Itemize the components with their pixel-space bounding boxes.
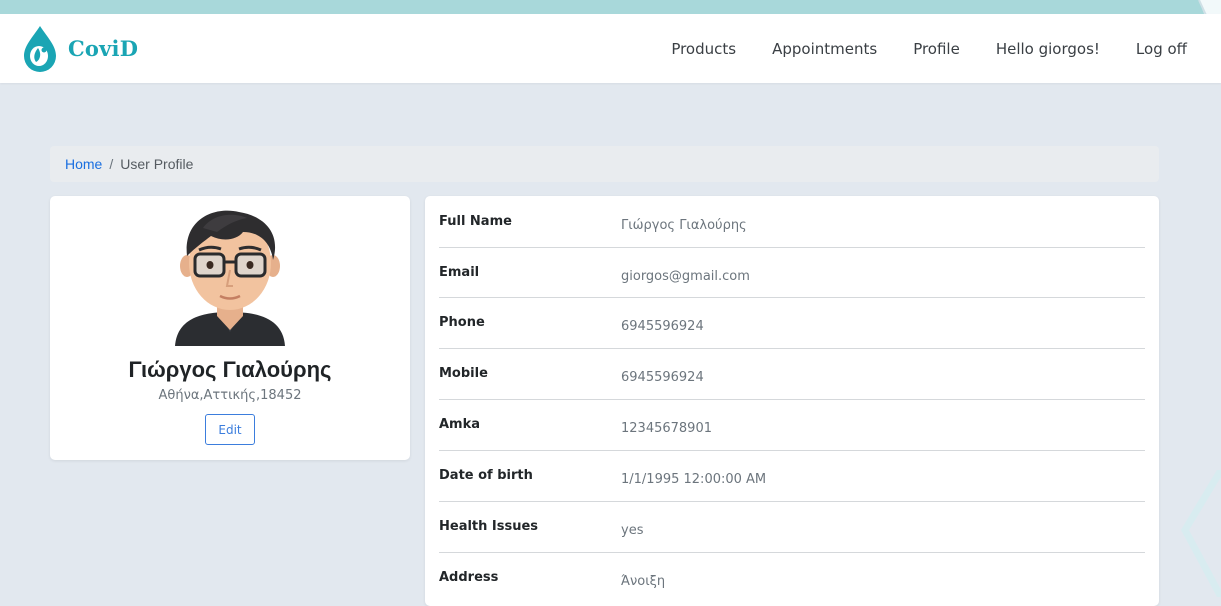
detail-label: Address: [439, 570, 499, 585]
top-accent-strip: [0, 0, 1221, 14]
nav-greeting[interactable]: Hello giorgos!: [996, 40, 1100, 58]
detail-row-phone: Phone 6945596924: [439, 297, 1145, 349]
droplet-logo-icon: [24, 26, 56, 72]
detail-value: Άνοιξη: [621, 574, 666, 589]
detail-label: Phone: [439, 315, 485, 330]
detail-value: giorgos@gmail.com: [621, 269, 750, 284]
breadcrumb-home-link[interactable]: Home: [65, 156, 102, 172]
nav-links: Products Appointments Profile Hello gior…: [671, 14, 1187, 83]
nav-link-logoff[interactable]: Log off: [1136, 40, 1187, 58]
detail-row-amka: Amka 12345678901: [439, 399, 1145, 451]
detail-value: yes: [621, 523, 644, 538]
detail-value: 6945596924: [621, 370, 704, 385]
breadcrumb-current: User Profile: [120, 156, 194, 172]
edit-profile-button[interactable]: Edit: [205, 414, 255, 445]
breadcrumb: Home / User Profile: [50, 146, 1159, 182]
detail-row-full-name: Full Name Γιώργος Γιαλούρης: [439, 196, 1145, 248]
detail-row-mobile: Mobile 6945596924: [439, 348, 1145, 400]
detail-value: 12345678901: [621, 421, 712, 436]
avatar-icon: [175, 210, 285, 346]
profile-details-card: Full Name Γιώργος Γιαλούρης Email giorgo…: [425, 196, 1159, 606]
detail-label: Email: [439, 265, 480, 280]
detail-label: Date of birth: [439, 468, 533, 483]
detail-value: Γιώργος Γιαλούρης: [621, 218, 747, 233]
detail-row-email: Email giorgos@gmail.com: [439, 247, 1145, 298]
profile-card: Γιώργος Γιαλούρης Αθήνα,Αττικής,18452 Ed…: [50, 196, 410, 460]
profile-name: Γιώργος Γιαλούρης: [128, 357, 332, 382]
detail-value: 1/1/1995 12:00:00 AM: [621, 472, 767, 487]
detail-label: Health Issues: [439, 519, 539, 534]
detail-value: 6945596924: [621, 319, 704, 334]
nav-link-profile[interactable]: Profile: [913, 40, 960, 58]
top-navbar: CoviD Products Appointments Profile Hell…: [0, 14, 1221, 83]
brand-name: CoviD: [68, 35, 139, 61]
nav-link-products[interactable]: Products: [671, 40, 736, 58]
nav-link-appointments[interactable]: Appointments: [772, 40, 877, 58]
breadcrumb-separator: /: [109, 156, 114, 172]
detail-row-date-of-birth: Date of birth 1/1/1995 12:00:00 AM: [439, 450, 1145, 502]
detail-row-address: Address Άνοιξη: [439, 552, 1145, 603]
detail-label: Amka: [439, 417, 481, 432]
detail-label: Mobile: [439, 366, 488, 381]
detail-row-health-issues: Health Issues yes: [439, 501, 1145, 553]
detail-label: Full Name: [439, 214, 512, 229]
profile-location: Αθήνα,Αττικής,18452: [158, 388, 302, 403]
brand[interactable]: CoviD: [22, 24, 138, 72]
side-decoration-icon: [1180, 470, 1221, 597]
